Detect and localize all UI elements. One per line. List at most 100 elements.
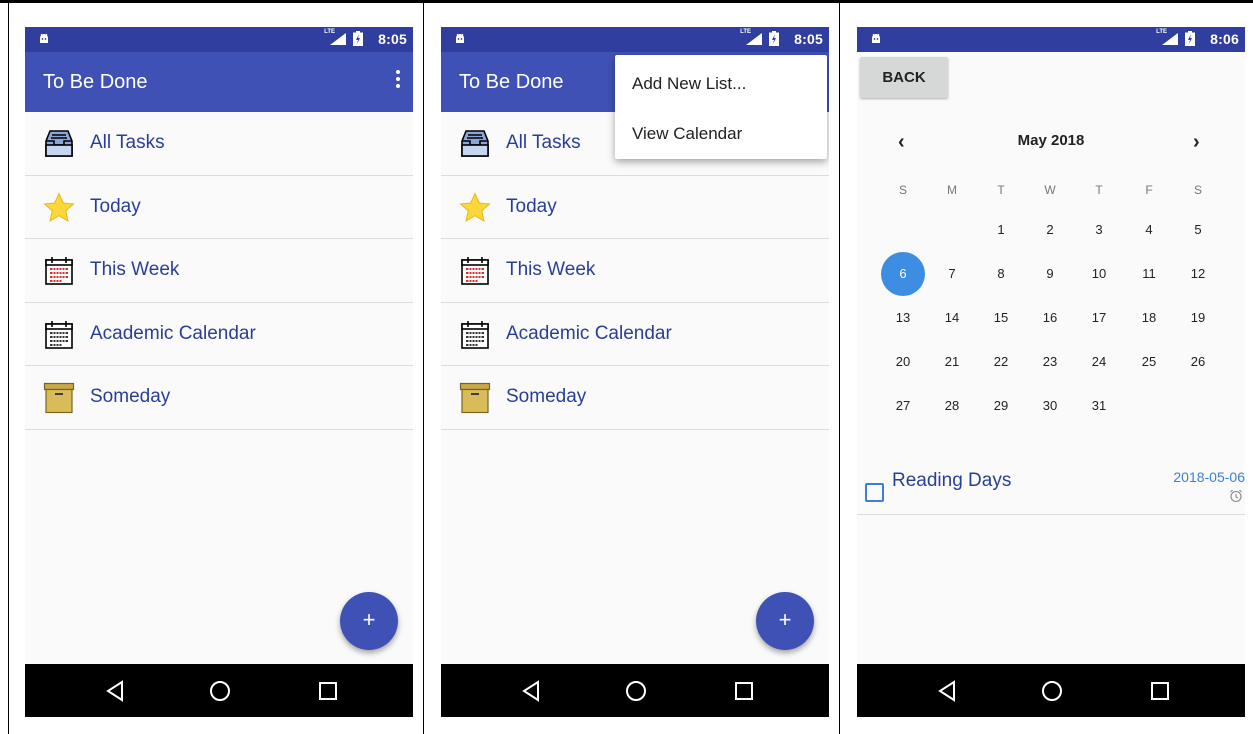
calendar-day[interactable]: 25 xyxy=(1127,340,1171,384)
back-nav-icon[interactable] xyxy=(519,678,545,704)
list-item-all-tasks[interactable]: All Tasks xyxy=(25,112,413,176)
android-icon xyxy=(872,33,880,43)
status-time: 8:05 xyxy=(794,31,823,47)
add-list-button[interactable]: + xyxy=(340,592,398,650)
list-item-label: Academic Calendar xyxy=(506,322,672,344)
weekday-label: F xyxy=(1145,183,1153,197)
menu-item-add-new-list[interactable]: Add New List... xyxy=(632,74,746,94)
weekday-label: T xyxy=(997,183,1005,197)
calendar-day[interactable]: 3 xyxy=(1077,208,1121,252)
calendar-icon xyxy=(45,320,73,349)
list-item-label: Someday xyxy=(90,386,171,407)
calendar-day[interactable]: 22 xyxy=(979,340,1023,384)
inbox-tray-icon xyxy=(45,130,73,157)
phone-screen-menu-open: LTE 8:05 To Be Done All Tasks Today This… xyxy=(441,27,829,717)
status-bar: LTE 8:05 xyxy=(441,27,829,52)
calendar-day[interactable]: 4 xyxy=(1127,208,1171,252)
battery-charging-icon xyxy=(769,31,779,46)
calendar-day[interactable]: 23 xyxy=(1028,340,1072,384)
back-button[interactable]: BACK xyxy=(860,57,948,98)
calendar-day[interactable]: 19 xyxy=(1176,296,1220,340)
calendar-day[interactable]: 28 xyxy=(930,384,974,428)
calendar-day[interactable]: 17 xyxy=(1077,296,1121,340)
list-item-label: Today xyxy=(506,195,557,217)
recents-nav-icon[interactable] xyxy=(1147,678,1173,704)
calendar-day[interactable]: 30 xyxy=(1028,384,1072,428)
status-bar: LTE 8:05 xyxy=(25,27,413,52)
calendar-day[interactable]: 31 xyxy=(1077,384,1121,428)
list-item-this-week[interactable]: This Week xyxy=(441,239,829,303)
calendar-day[interactable]: 16 xyxy=(1028,296,1072,340)
list-item-academic-calendar[interactable]: Academic Calendar xyxy=(441,303,829,366)
table-top-border xyxy=(0,0,1253,3)
calendar-week-icon xyxy=(45,257,73,285)
list-item-today[interactable]: Today xyxy=(25,176,413,239)
task-date: 2018-05-06 xyxy=(1173,469,1245,485)
list-item-label: Someday xyxy=(506,386,587,407)
table-divider xyxy=(839,0,840,734)
back-nav-icon[interactable] xyxy=(103,678,129,704)
list-item-academic-calendar[interactable]: Academic Calendar xyxy=(25,303,413,366)
task-checkbox[interactable] xyxy=(865,483,884,502)
home-nav-icon[interactable] xyxy=(1039,678,1065,704)
list-item-label: This Week xyxy=(506,259,596,280)
weekday-label: M xyxy=(947,183,957,197)
calendar-day[interactable]: 10 xyxy=(1077,252,1121,296)
calendar-day[interactable]: 15 xyxy=(979,296,1023,340)
menu-item-view-calendar[interactable]: View Calendar xyxy=(632,124,742,144)
back-nav-icon[interactable] xyxy=(935,678,961,704)
list-item-label: This Week xyxy=(90,259,180,280)
calendar-month-title: May 2018 xyxy=(1017,132,1085,149)
calendar-week-icon xyxy=(461,257,489,285)
overflow-menu: Add New List... View Calendar xyxy=(615,55,827,159)
calendar-day[interactable]: 24 xyxy=(1077,340,1121,384)
calendar-day[interactable]: 21 xyxy=(930,340,974,384)
star-icon xyxy=(43,191,75,222)
calendar-day[interactable]: 5 xyxy=(1176,208,1220,252)
recents-nav-icon[interactable] xyxy=(731,678,757,704)
calendar-day[interactable]: 26 xyxy=(1176,340,1220,384)
list-item-someday[interactable]: Someday xyxy=(25,366,413,430)
calendar-day[interactable]: 29 xyxy=(979,384,1023,428)
weekday-label: T xyxy=(1095,183,1103,197)
calendar-day[interactable]: 20 xyxy=(881,340,925,384)
alarm-clock-icon xyxy=(1230,489,1242,503)
calendar-day-selected[interactable]: 6 xyxy=(881,252,925,296)
phone-screen-calendar: LTE 8:06 BACK ‹ May 2018 › SMTWTFS123456… xyxy=(857,27,1245,717)
status-time: 8:06 xyxy=(1210,31,1239,47)
calendar-day[interactable]: 2 xyxy=(1028,208,1072,252)
calendar-day[interactable]: 27 xyxy=(881,384,925,428)
task-row[interactable]: Reading Days 2018-05-06 xyxy=(857,457,1245,515)
more-options-icon[interactable] xyxy=(395,70,401,90)
list-item-label: Today xyxy=(90,195,141,217)
next-month-icon[interactable]: › xyxy=(1193,131,1200,154)
android-icon xyxy=(40,33,48,43)
battery-charging-icon xyxy=(1185,31,1195,46)
add-list-button[interactable]: + xyxy=(756,592,814,650)
home-nav-icon[interactable] xyxy=(207,678,233,704)
calendar-day[interactable]: 7 xyxy=(930,252,974,296)
inbox-tray-icon xyxy=(461,130,489,157)
signal-icon xyxy=(330,33,346,45)
recents-nav-icon[interactable] xyxy=(315,678,341,704)
phone-screen-lists: LTE 8:05 To Be Done All Tasks Today This… xyxy=(25,27,413,717)
signal-icon xyxy=(1162,33,1178,45)
calendar-day[interactable]: 14 xyxy=(930,296,974,340)
home-nav-icon[interactable] xyxy=(623,678,649,704)
task-name: Reading Days xyxy=(892,470,1012,491)
list-item-today[interactable]: Today xyxy=(441,176,829,239)
calendar-day[interactable]: 9 xyxy=(1028,252,1072,296)
signal-icon xyxy=(746,33,762,45)
app-title: To Be Done xyxy=(459,71,564,93)
calendar-day[interactable]: 8 xyxy=(979,252,1023,296)
calendar-day[interactable]: 1 xyxy=(979,208,1023,252)
archive-box-icon xyxy=(43,382,75,414)
app-bar: To Be Done xyxy=(25,52,413,112)
list-item-someday[interactable]: Someday xyxy=(441,366,829,430)
calendar-day[interactable]: 13 xyxy=(881,296,925,340)
list-item-this-week[interactable]: This Week xyxy=(25,239,413,303)
calendar-day[interactable]: 12 xyxy=(1176,252,1220,296)
calendar-day[interactable]: 18 xyxy=(1127,296,1171,340)
status-bar: LTE 8:06 xyxy=(857,27,1245,52)
calendar-day[interactable]: 11 xyxy=(1127,252,1171,296)
